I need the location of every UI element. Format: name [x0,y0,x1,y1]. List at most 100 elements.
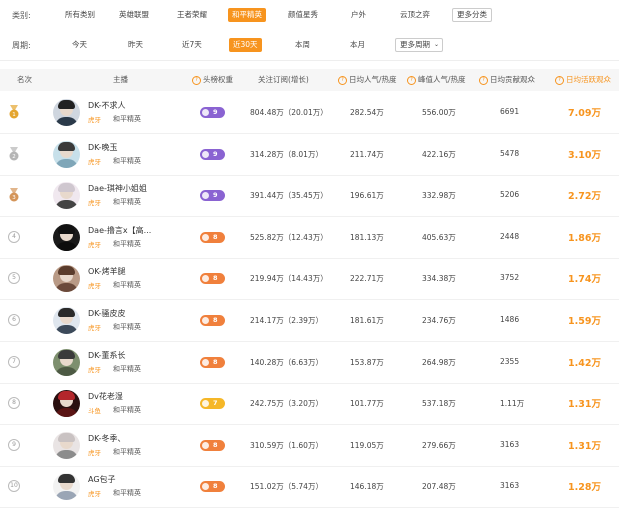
follow-value: 219.94万（14.43万） [250,274,328,284]
avg-gift-value: 5206 [500,190,520,200]
table-row[interactable]: 4 Dae-撸言x【高... 虎牙 和平精英 8 525.82万（12.43万）… [0,217,619,259]
table-row[interactable]: 5 OK-烤羊腿 虎牙 和平精英 8 219.94万（14.43万） 222.7… [0,258,619,301]
table-row[interactable]: 7 DK-董系长 虎牙 和平精英 8 140.28万（6.63万） 153.87… [0,342,619,384]
header-avg-active[interactable]: ? 日均活跃观众 [555,69,611,91]
anchor-name-link[interactable]: Dv花老湿 [88,391,123,402]
medal-icon: 3 [9,188,19,202]
level-icon [202,150,209,158]
category-more-button[interactable]: 更多分类 [452,8,492,22]
category-hpjy[interactable]: 和平精英 [228,8,266,22]
platform-tag: 虎牙 [88,240,101,249]
platform-tag: 虎牙 [88,324,101,332]
peak-pop-value: 207.48万 [422,482,456,492]
level-badge: 8 [200,315,225,326]
anchor-name-link[interactable]: Dae-琪神小姐姐 [88,183,147,194]
category-filter-row: 类别: 所有类别 英雄联盟 王者荣耀 和平精英 颜值星秀 户外 云顶之弈 更多分… [0,1,619,29]
peak-pop-value: 405.63万 [422,232,456,242]
help-icon: ? [407,76,416,85]
anchor-name-link[interactable]: DK-骚皮皮 [88,308,125,319]
peak-pop-value: 334.38万 [422,274,456,284]
table-row[interactable]: 8 Dv花老湿 斗鱼 和平精英 7 242.75万（3.20万） 101.77万… [0,383,619,426]
table-row[interactable]: 9 DK-冬季、 虎牙 和平精英 8 310.59万（1.60万） 119.05… [0,425,619,467]
header-avg-gift[interactable]: ? 日均贡献观众 [479,69,535,91]
anchor-name-link[interactable]: DK-董系长 [88,350,125,361]
header-rank: 名次 [17,75,32,84]
avg-pop-value: 146.18万 [350,482,384,492]
medal-icon: 1 [9,105,19,119]
anchor-name-link[interactable]: AG包子 [88,474,116,485]
header-weight[interactable]: ? 头榜权重 [192,69,233,91]
avatar[interactable] [53,431,80,459]
category-all[interactable]: 所有类别 [61,8,99,22]
peak-pop-value: 279.66万 [422,440,456,450]
avatar[interactable] [53,223,80,251]
table-row[interactable]: 10 AG包子 虎牙 和平精英 8 151.02万（5.74万） 146.18万… [0,466,619,508]
table-row[interactable]: 1 DK-不求人 虎牙 和平精英 9 804.48万（20.01万） 282.5… [0,92,619,134]
avg-pop-value: 211.74万 [350,149,384,159]
header-follow[interactable]: 关注订阅(增长) [258,69,309,91]
level-badge: 7 [200,398,225,410]
avatar[interactable] [53,348,80,376]
level-number: 9 [213,149,218,158]
rank-number: 3 [12,195,16,201]
period-more-dropdown[interactable]: 更多周期 ⌄ [395,38,443,52]
category-lol[interactable]: 英雄联盟 [115,8,153,22]
platform-tag: 虎牙 [88,157,101,166]
avg-pop-value: 181.61万 [350,316,384,325]
anchor-name-link[interactable]: DK-晚玉 [88,142,117,153]
header-avg-pop[interactable]: ? 日均人气/热度 [338,69,397,91]
category-wzry[interactable]: 王者荣耀 [173,8,211,22]
level-icon [202,109,209,116]
period-today[interactable]: 今天 [68,38,91,52]
avatar[interactable] [53,265,80,293]
anchor-name-link[interactable]: DK-冬季、 [88,433,125,444]
level-icon [202,275,209,283]
level-number: 8 [213,440,218,449]
avg-active-value: 1.28万 [568,482,601,494]
table-row[interactable]: 3 Dae-琪神小姐姐 虎牙 和平精英 9 391.44万（35.45万） 19… [0,175,619,218]
table-row[interactable]: 2 DK-晚玉 虎牙 和平精英 9 314.28万（8.01万） 211.74万… [0,134,619,176]
avatar[interactable] [53,473,80,501]
avg-gift-value: 1.11万 [500,399,525,409]
header-peak-pop[interactable]: ? 峰值人气/热度 [407,69,466,91]
anchor-name-link[interactable]: Dae-撸言x【高... [88,225,151,236]
avatar[interactable] [53,390,80,418]
period-this-week[interactable]: 本周 [291,38,314,52]
rank-number: 6 [8,314,20,326]
game-label: 和平精英 [113,239,141,248]
follow-value: 525.82万（12.43万） [250,232,328,242]
avatar[interactable] [53,140,80,168]
anchor-name-link[interactable]: DK-不求人 [88,100,125,111]
game-label: 和平精英 [113,281,141,290]
avatar[interactable] [53,182,80,210]
period-more-label: 更多周期 [400,40,430,49]
table-row[interactable]: 6 DK-骚皮皮 虎牙 和平精英 8 214.17万（2.39万） 181.61… [0,300,619,342]
category-outdoor[interactable]: 户外 [347,8,370,22]
rank-number: 10 [8,480,20,493]
avg-gift-value: 6691 [500,107,520,116]
avg-active-value: 1.59万 [568,316,601,327]
period-7days[interactable]: 近7天 [178,38,206,52]
peak-pop-value: 264.98万 [422,357,456,367]
platform-tag: 虎牙 [88,199,101,208]
avg-gift-value: 2355 [500,356,520,366]
avatar[interactable] [53,99,80,126]
rank-number: 4 [8,230,20,243]
level-badge: 8 [200,231,225,243]
anchor-name-link[interactable]: OK-烤羊腿 [88,266,126,277]
period-30days[interactable]: 近30天 [229,38,262,52]
period-label: 周期: [12,40,31,50]
category-ydzy[interactable]: 云顶之弈 [396,8,434,22]
category-yzxx[interactable]: 颜值星秀 [284,8,322,22]
avg-active-value: 2.72万 [568,191,601,203]
rank-number: 7 [8,355,20,368]
follow-value: 314.28万（8.01万） [250,149,323,159]
follow-value: 140.28万（6.63万） [250,357,323,367]
rank-number: 1 [12,112,16,118]
follow-value: 391.44万（35.45万） [250,191,328,201]
filter-divider [0,60,619,61]
period-this-month[interactable]: 本月 [346,38,369,52]
avatar[interactable] [53,307,80,334]
period-yesterday[interactable]: 昨天 [124,38,147,52]
level-icon [202,441,209,449]
